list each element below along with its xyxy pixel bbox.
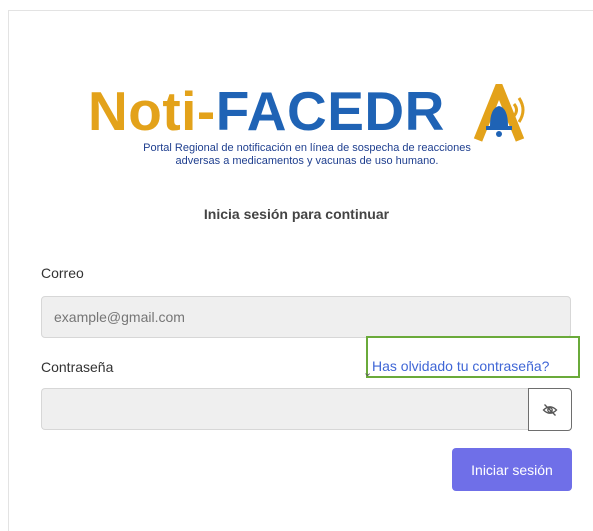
password-label: Contraseña bbox=[41, 359, 114, 375]
password-field[interactable] bbox=[41, 388, 529, 430]
logo-tagline-line1: Portal Regional de notificación en línea… bbox=[143, 142, 471, 154]
logo-wordmark: Noti-FACEDR bbox=[88, 80, 445, 142]
forgot-password-link[interactable]: Has olvidado tu contraseña? bbox=[372, 358, 549, 374]
toggle-password-visibility-button[interactable] bbox=[528, 388, 572, 431]
app-logo: Noti-FACEDR Portal Regional de notificac… bbox=[88, 80, 528, 180]
bell-icon bbox=[473, 84, 525, 142]
email-label: Correo bbox=[41, 265, 84, 281]
email-field[interactable] bbox=[41, 296, 571, 338]
login-button[interactable]: Iniciar sesión bbox=[452, 448, 572, 491]
logo-tagline: Portal Regional de notificación en línea… bbox=[112, 142, 502, 168]
login-subtitle: Inicia sesión para continuar bbox=[203, 206, 390, 222]
logo-tagline-line2: adversas a medicamentos y vacunas de uso… bbox=[175, 155, 439, 167]
caret-down-icon: ⌄ bbox=[363, 367, 373, 379]
eye-slash-icon bbox=[542, 403, 558, 416]
logo-facedr-text: FACEDR bbox=[215, 80, 445, 142]
logo-noti-text: Noti- bbox=[88, 80, 216, 142]
